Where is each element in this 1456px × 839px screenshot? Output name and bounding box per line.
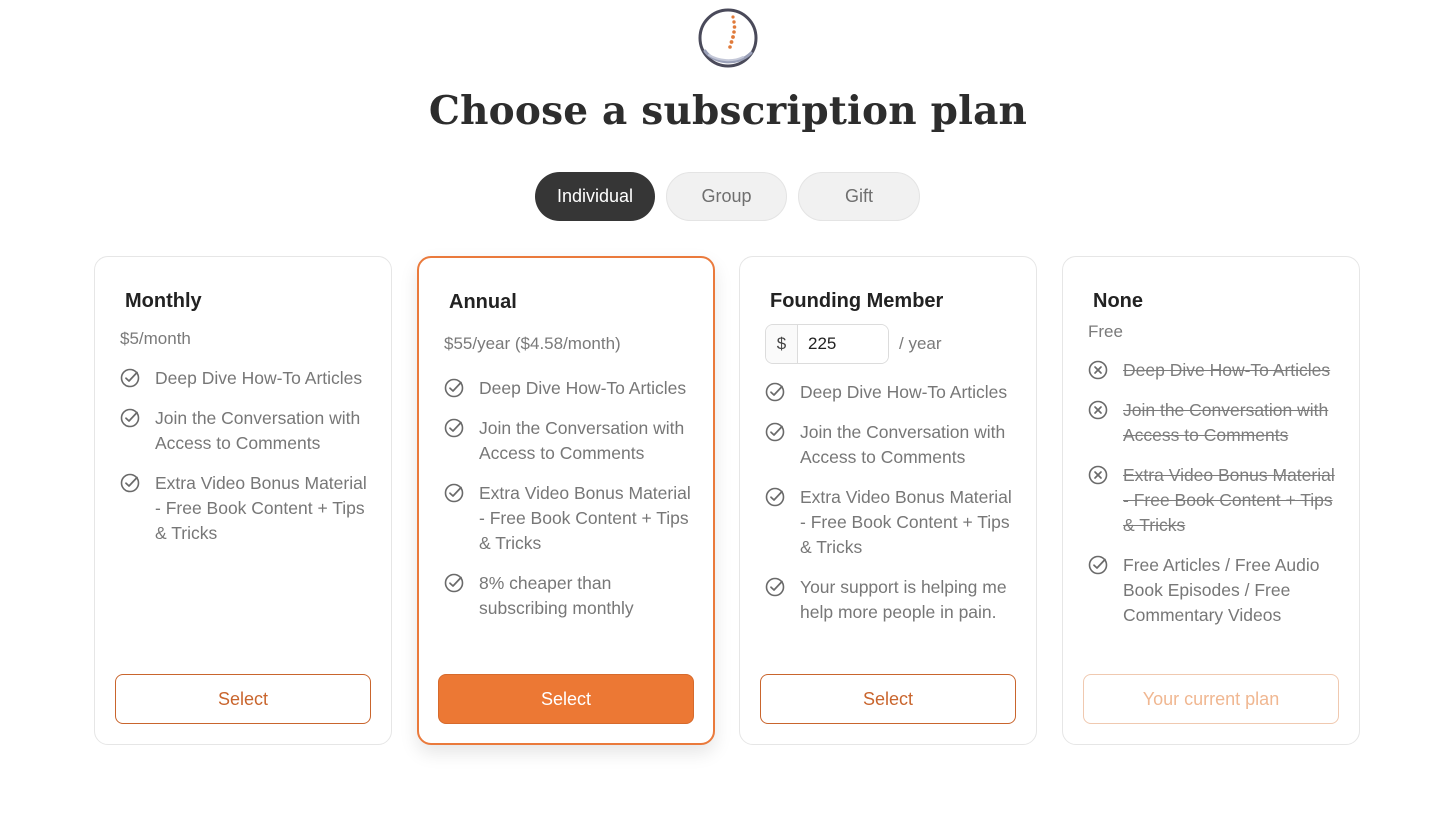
plan-card-founding-member: Founding Member $ / year Deep Dive How-T… (739, 256, 1037, 745)
plan-price: $5/month (120, 329, 191, 348)
feature-list: Deep Dive How-To Articles Join the Conve… (1088, 358, 1345, 643)
amount-period: / year (899, 334, 942, 353)
select-monthly-button[interactable]: Select (115, 674, 371, 724)
founding-amount-group: $ / year (765, 324, 942, 364)
feature-text: Join the Conversation with Access to Com… (155, 408, 361, 453)
check-circle-icon (444, 418, 464, 438)
feature-item: Extra Video Bonus Material - Free Book C… (120, 471, 377, 546)
feature-item: 8% cheaper than subscribing monthly (444, 571, 699, 621)
plan-type-tabs: Individual Group Gift (535, 172, 920, 221)
amount-input[interactable] (798, 325, 888, 363)
plan-name: Founding Member (770, 290, 944, 312)
feature-text: Deep Dive How-To Articles (800, 382, 1008, 402)
feature-text: Extra Video Bonus Material - Free Book C… (1123, 465, 1335, 535)
feature-item-excluded: Join the Conversation with Access to Com… (1088, 398, 1345, 448)
x-circle-icon (1088, 360, 1108, 380)
check-circle-icon (765, 382, 785, 402)
x-circle-icon (1088, 465, 1108, 485)
plan-price: $55/year ($4.58/month) (444, 334, 621, 353)
select-annual-button[interactable]: Select (438, 674, 694, 724)
plan-card-none: None Free Deep Dive How-To Articles Join… (1062, 256, 1360, 745)
check-circle-icon (444, 483, 464, 503)
feature-text: Deep Dive How-To Articles (155, 368, 363, 388)
feature-item-excluded: Extra Video Bonus Material - Free Book C… (1088, 463, 1345, 538)
select-founding-member-button[interactable]: Select (760, 674, 1016, 724)
tab-individual[interactable]: Individual (535, 172, 655, 221)
feature-list: Deep Dive How-To Articles Join the Conve… (765, 380, 1022, 640)
current-plan-button[interactable]: Your current plan (1083, 674, 1339, 724)
feature-text: Extra Video Bonus Material - Free Book C… (155, 473, 367, 543)
feature-text: Extra Video Bonus Material - Free Book C… (479, 483, 691, 553)
feature-item: Join the Conversation with Access to Com… (120, 406, 377, 456)
plan-name: Monthly (125, 290, 202, 312)
page-title: Choose a subscription plan (428, 88, 1028, 134)
feature-text: Join the Conversation with Access to Com… (800, 422, 1006, 467)
feature-text: Free Articles / Free Audio Book Episodes… (1123, 555, 1320, 625)
feature-item: Free Articles / Free Audio Book Episodes… (1088, 553, 1345, 628)
feature-item: Deep Dive How-To Articles (120, 366, 377, 391)
plan-name: None (1093, 290, 1143, 312)
plan-card-monthly: Monthly $5/month Deep Dive How-To Articl… (94, 256, 392, 745)
feature-text: 8% cheaper than subscribing monthly (479, 573, 634, 618)
feature-item: Extra Video Bonus Material - Free Book C… (765, 485, 1022, 560)
feature-item: Deep Dive How-To Articles (444, 376, 699, 401)
check-circle-icon (444, 573, 464, 593)
tab-group[interactable]: Group (666, 172, 787, 221)
feature-item: Your support is helping me help more peo… (765, 575, 1022, 625)
feature-list: Deep Dive How-To Articles Join the Conve… (120, 366, 377, 561)
check-circle-icon (120, 473, 140, 493)
feature-text: Deep Dive How-To Articles (1123, 360, 1331, 380)
currency-prefix: $ (766, 325, 798, 363)
check-circle-icon (765, 487, 785, 507)
feature-item: Join the Conversation with Access to Com… (765, 420, 1022, 470)
feature-text: Join the Conversation with Access to Com… (1123, 400, 1329, 445)
plan-card-annual: Annual $55/year ($4.58/month) Deep Dive … (417, 256, 715, 745)
tab-gift[interactable]: Gift (798, 172, 920, 221)
spine-in-hand-logo (698, 8, 758, 68)
check-circle-icon (765, 422, 785, 442)
check-circle-icon (765, 577, 785, 597)
check-circle-icon (120, 408, 140, 428)
check-circle-icon (1088, 555, 1108, 575)
check-circle-icon (444, 378, 464, 398)
feature-item: Extra Video Bonus Material - Free Book C… (444, 481, 699, 556)
feature-text: Your support is helping me help more peo… (800, 577, 1007, 622)
feature-item: Join the Conversation with Access to Com… (444, 416, 699, 466)
feature-text: Deep Dive How-To Articles (479, 378, 687, 398)
plan-name: Annual (449, 291, 517, 313)
feature-list: Deep Dive How-To Articles Join the Conve… (444, 376, 699, 636)
plan-price: Free (1088, 322, 1123, 341)
feature-item: Deep Dive How-To Articles (765, 380, 1022, 405)
check-circle-icon (120, 368, 140, 388)
feature-text: Extra Video Bonus Material - Free Book C… (800, 487, 1012, 557)
feature-item-excluded: Deep Dive How-To Articles (1088, 358, 1345, 383)
feature-text: Join the Conversation with Access to Com… (479, 418, 685, 463)
x-circle-icon (1088, 400, 1108, 420)
amount-field: $ (765, 324, 889, 364)
